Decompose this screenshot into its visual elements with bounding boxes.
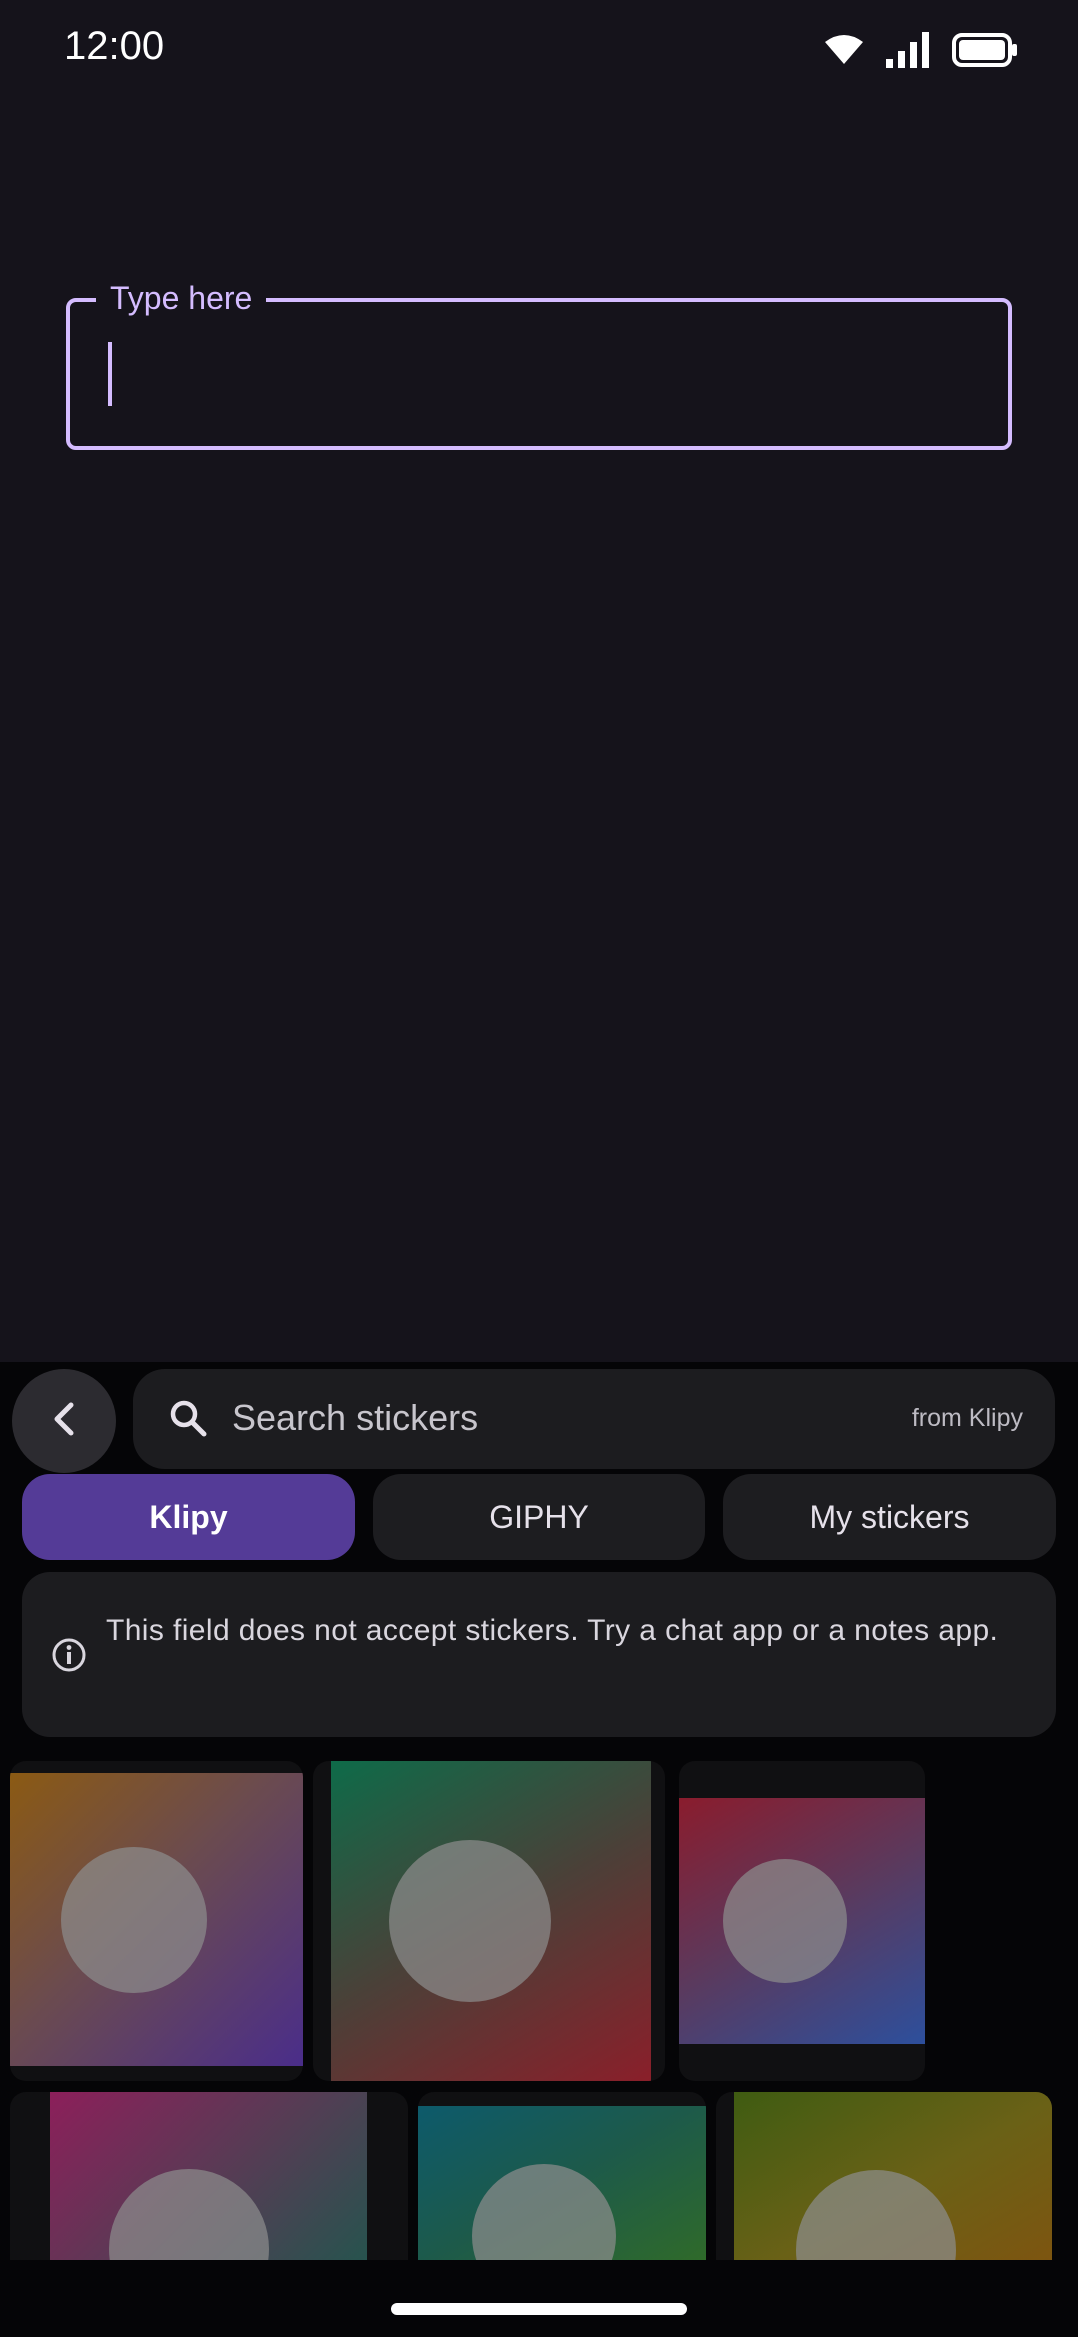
tab-giphy[interactable]: GIPHY	[373, 1474, 705, 1560]
tab-my-stickers[interactable]: My stickers	[723, 1474, 1056, 1560]
search-source-label: from Klipy	[911, 1404, 1023, 1432]
search-placeholder: Search stickers	[232, 1397, 479, 1438]
sticker-thumbnail	[50, 2092, 367, 2260]
home-indicator[interactable]	[391, 2303, 687, 2315]
sticker-item[interactable]	[418, 2092, 706, 2260]
chevron-left-icon	[49, 1399, 79, 1444]
sticker-item[interactable]	[10, 2092, 408, 2260]
wifi-icon	[824, 34, 864, 66]
sticker-item[interactable]	[716, 2092, 1052, 2260]
sticker-thumbnail	[10, 1773, 303, 2066]
info-message: This field does not accept stickers. Try…	[106, 1614, 999, 1647]
text-field-label: Type here	[96, 276, 267, 320]
sticker-placeholder-circle	[796, 2170, 956, 2260]
tab-klipy[interactable]: Klipy	[22, 1474, 355, 1560]
search-icon	[168, 1398, 208, 1443]
signal-icon	[886, 32, 930, 68]
navigation-bar	[0, 2260, 1078, 2337]
status-bar: 12:00	[0, 0, 1078, 100]
back-button[interactable]	[12, 1369, 116, 1473]
sticker-item[interactable]	[313, 1761, 665, 2081]
sticker-item[interactable]	[10, 1761, 303, 2081]
status-time: 12:00	[64, 24, 165, 68]
sticker-thumbnail	[734, 2092, 1052, 2260]
sticker-item[interactable]	[679, 1761, 925, 2081]
text-caret	[108, 342, 112, 406]
sticker-thumbnail	[418, 2106, 706, 2260]
battery-icon	[952, 33, 1018, 67]
tab-label: Klipy	[149, 1498, 228, 1535]
text-input-field[interactable]	[66, 298, 1012, 450]
sticker-thumbnail	[679, 1798, 925, 2044]
sticker-placeholder-circle	[109, 2169, 269, 2260]
status-icons	[824, 28, 1018, 72]
sticker-thumbnail	[331, 1761, 651, 2081]
info-icon	[51, 1637, 87, 1678]
sticker-placeholder-circle	[723, 1859, 847, 1983]
sticker-placeholder-circle	[389, 1840, 551, 2002]
sticker-placeholder-circle	[472, 2164, 616, 2260]
tab-label: GIPHY	[489, 1498, 589, 1535]
tab-label: My stickers	[809, 1498, 970, 1535]
sticker-placeholder-circle	[61, 1847, 207, 1993]
